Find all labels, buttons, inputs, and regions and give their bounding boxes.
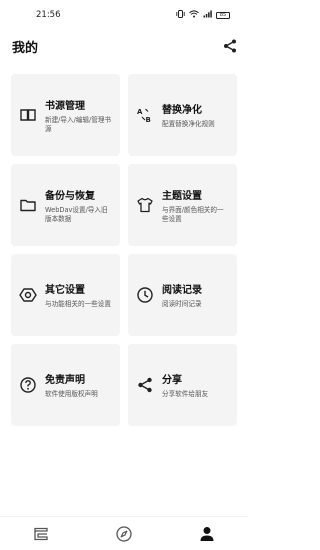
card-replace[interactable]: AB 替换净化 配置替换净化规则 xyxy=(128,74,237,156)
top-bar: 我的 xyxy=(0,30,248,62)
card-title: 主题设置 xyxy=(162,190,202,202)
share-icon[interactable] xyxy=(222,38,238,54)
bottom-nav xyxy=(0,516,248,550)
bookshelf-icon[interactable] xyxy=(32,525,50,543)
person-icon[interactable] xyxy=(198,525,216,543)
svg-text:B: B xyxy=(146,116,151,124)
clock-icon xyxy=(136,286,154,304)
card-desc: 分享软件给朋友 xyxy=(162,390,209,398)
signal-icon xyxy=(203,10,212,21)
card-book-source[interactable]: 书源管理 新建/导入/编辑/管理书源 xyxy=(11,74,120,156)
card-title: 阅读记录 xyxy=(162,285,202,296)
card-desc: 软件使用版权声明 xyxy=(45,390,98,398)
help-circle-icon xyxy=(19,376,37,394)
settings-grid: 书源管理 新建/导入/编辑/管理书源 AB 替换净化 配置替换净化规则 备份与恢… xyxy=(11,74,237,426)
card-theme[interactable]: 主题设置 与界面/颜色相关的一些设置 xyxy=(128,164,237,246)
card-backup[interactable]: 备份与恢复 WebDav设置/导入旧版本数据 xyxy=(11,164,120,246)
card-desc: 配置替换净化规则 xyxy=(162,120,215,128)
card-read-record[interactable]: 阅读记录 阅读时间记录 xyxy=(128,254,237,336)
card-share[interactable]: 分享 分享软件给朋友 xyxy=(128,344,237,426)
svg-text:A: A xyxy=(137,108,143,116)
settings-hexagon-icon xyxy=(19,286,37,304)
card-desc: WebDav设置/导入旧版本数据 xyxy=(45,205,108,223)
share-icon xyxy=(136,376,154,394)
card-desc: 新建/导入/编辑/管理书源 xyxy=(45,115,112,133)
card-desc: 与功能相关的一些设置 xyxy=(45,300,111,308)
book-icon xyxy=(19,106,37,124)
card-desc: 与界面/颜色相关的一些设置 xyxy=(162,205,224,223)
status-time: 21:56 xyxy=(36,10,61,20)
wifi-icon xyxy=(189,9,199,21)
card-title: 免责声明 xyxy=(45,375,85,386)
card-other-settings[interactable]: 其它设置 与功能相关的一些设置 xyxy=(11,254,120,336)
card-title: 替换净化 xyxy=(162,105,202,116)
folder-icon xyxy=(19,196,37,214)
card-disclaimer[interactable]: 免责声明 软件使用版权声明 xyxy=(11,344,120,426)
page-title: 我的 xyxy=(12,40,39,56)
status-icons: 85 xyxy=(176,9,230,21)
card-title: 书源管理 xyxy=(45,100,85,112)
card-title: 分享 xyxy=(162,375,182,386)
battery-icon: 85 xyxy=(216,11,230,19)
text-replace-icon: AB xyxy=(136,106,154,124)
status-bar: 21:56 85 xyxy=(0,0,248,30)
card-title: 备份与恢复 xyxy=(45,190,95,202)
shirt-icon xyxy=(136,196,154,214)
compass-icon[interactable] xyxy=(115,525,133,543)
card-title: 其它设置 xyxy=(45,285,85,296)
vibrate-icon xyxy=(176,9,185,21)
card-desc: 阅读时间记录 xyxy=(162,300,202,308)
